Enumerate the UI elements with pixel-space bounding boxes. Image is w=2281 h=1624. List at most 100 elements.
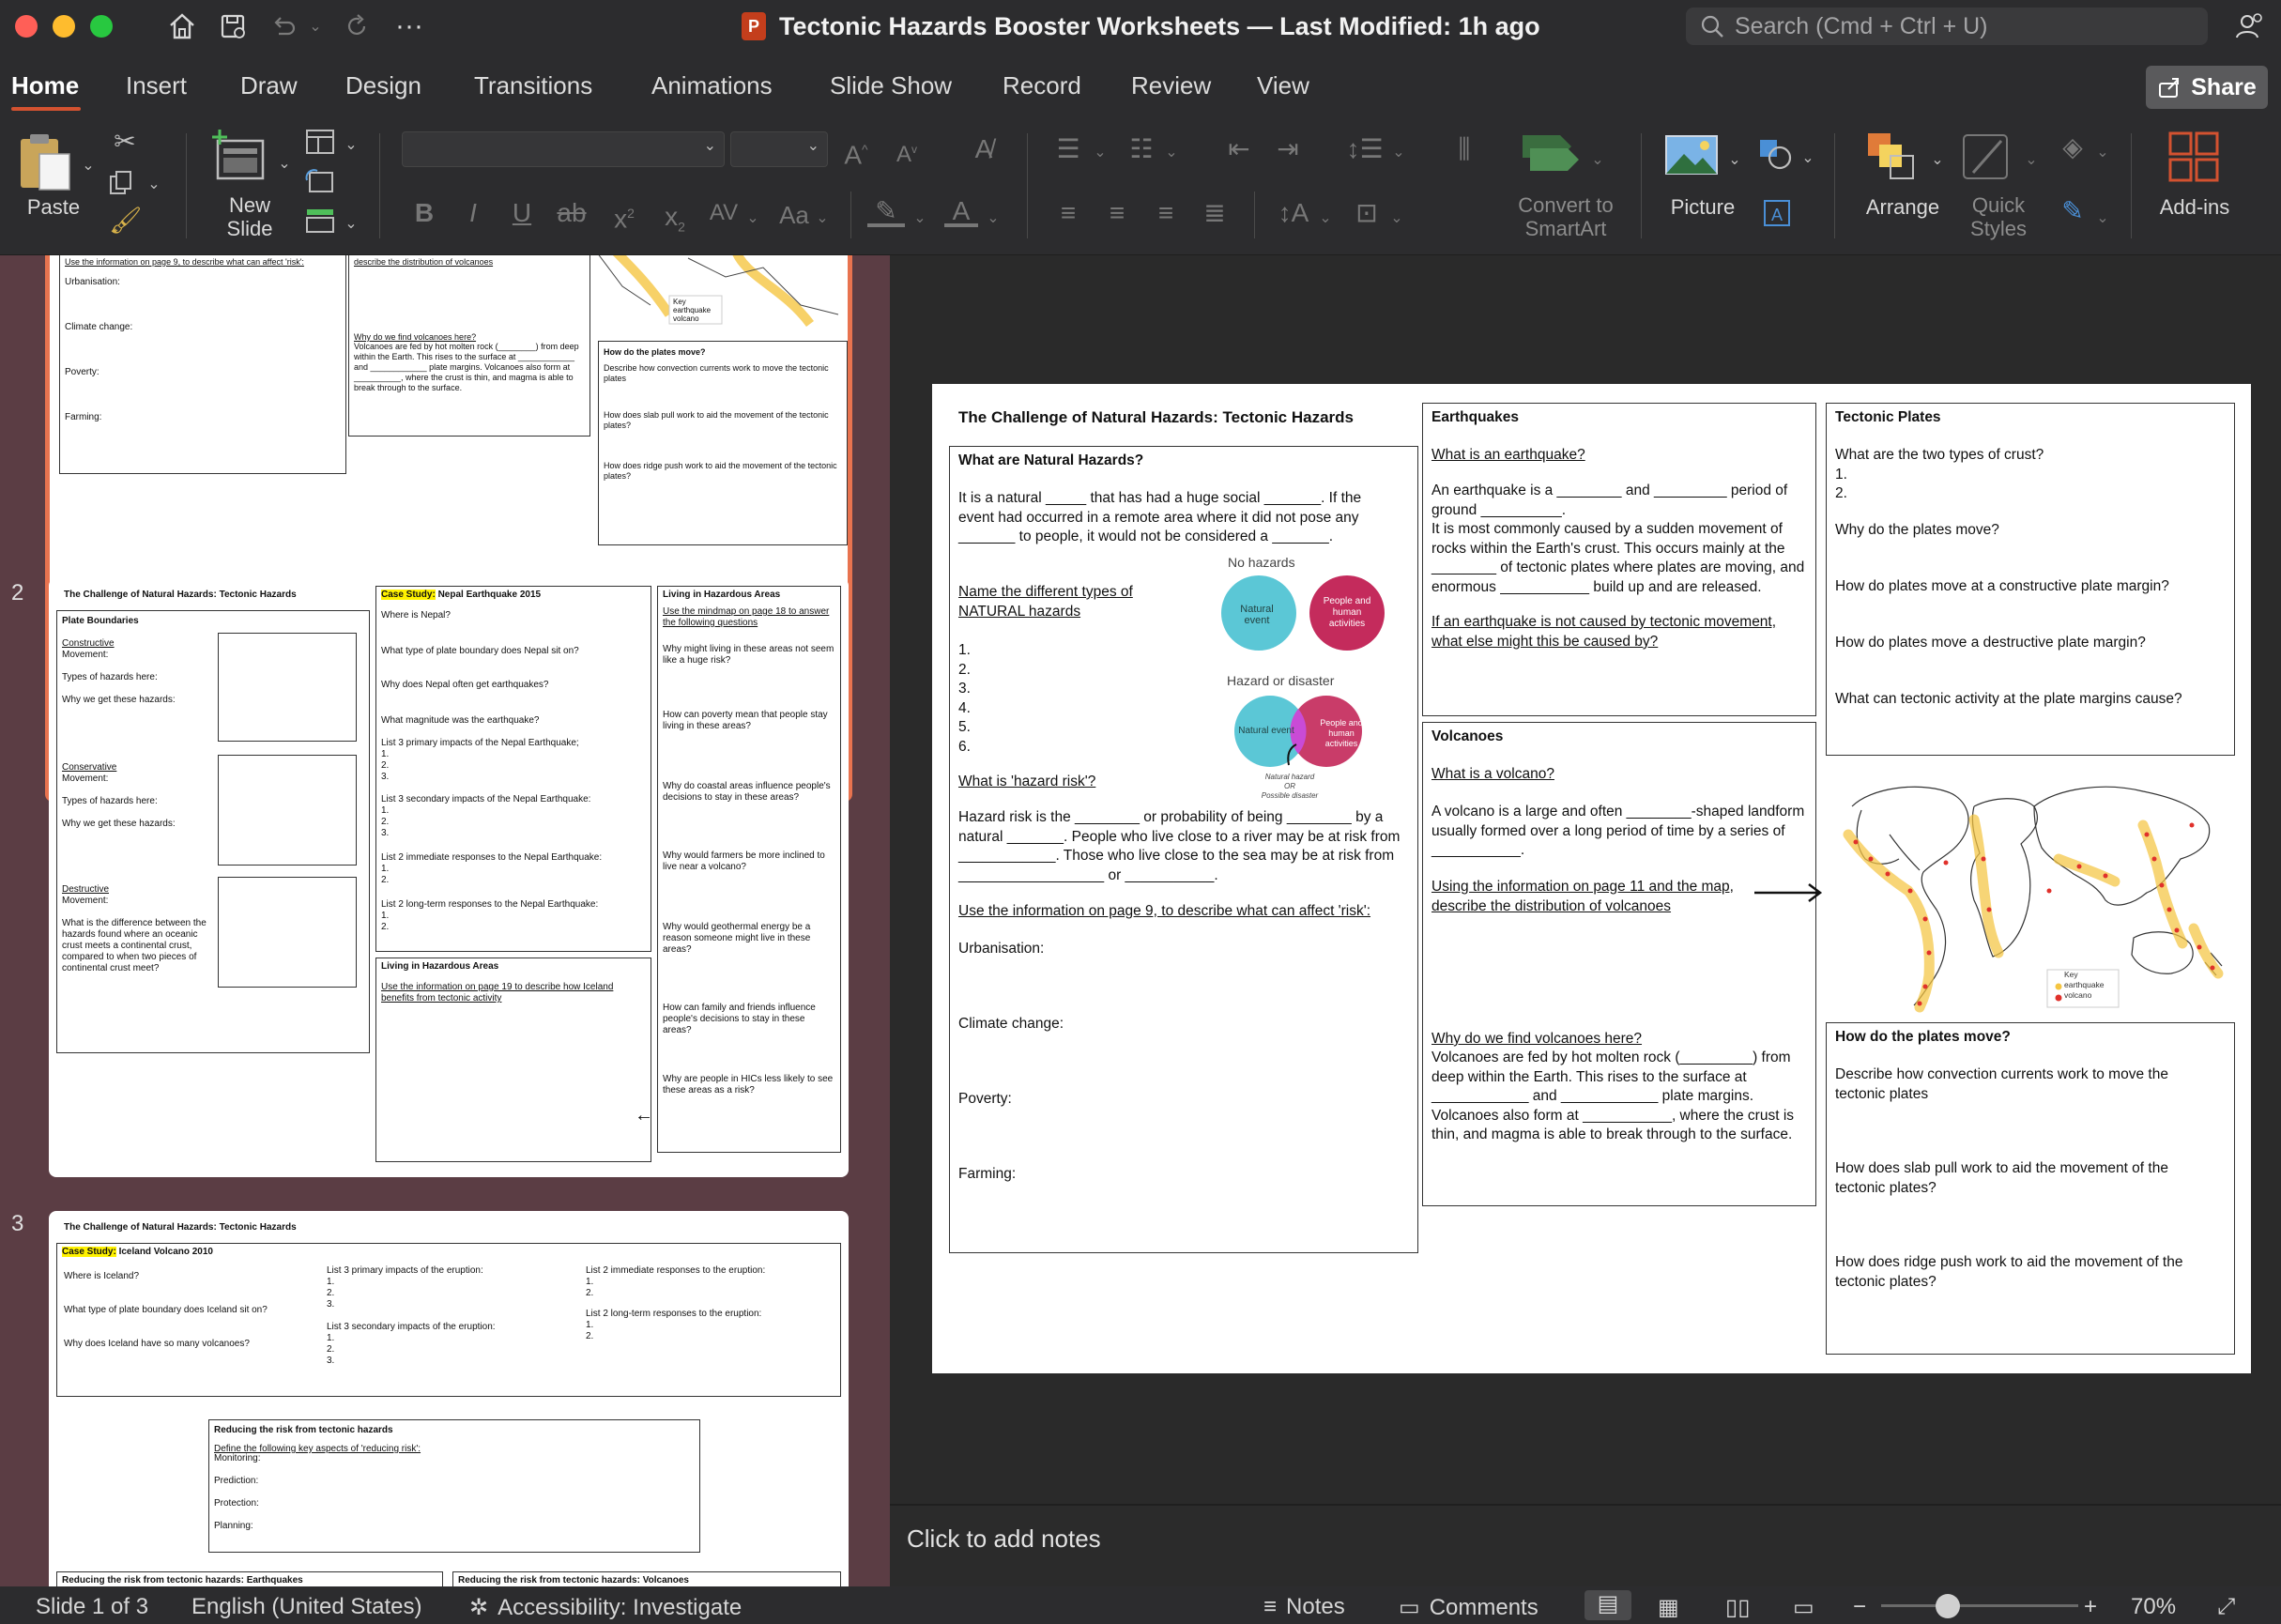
increase-font-size-icon[interactable]: A^: [839, 135, 873, 169]
text-direction-icon[interactable]: ↕A: [1275, 199, 1312, 227]
smartart-dropdown-chevron-icon[interactable]: ⌄: [1590, 146, 1605, 175]
format-painter-icon[interactable]: 🖌: [109, 207, 143, 235]
font-size-dropdown[interactable]: ⌄: [730, 131, 828, 167]
tab-transitions[interactable]: Transitions: [474, 71, 592, 100]
more-commands-icon[interactable]: ···: [392, 9, 426, 43]
strikethrough-icon[interactable]: ab: [554, 199, 589, 227]
home-icon[interactable]: [163, 9, 201, 43]
add-ins-icon[interactable]: [2166, 130, 2221, 186]
paste-dropdown-chevron-icon[interactable]: ⌄: [81, 152, 96, 180]
text-direction-dropdown-chevron-icon[interactable]: ⌄: [1318, 205, 1333, 233]
slide-thumbnail-2[interactable]: The Challenge of Natural Hazards: Tecton…: [49, 578, 849, 1177]
redo-icon[interactable]: [340, 9, 374, 43]
shape-fill-icon[interactable]: ◈: [2056, 133, 2090, 161]
shape-fill-dropdown-chevron-icon[interactable]: ⌄: [2095, 139, 2110, 167]
search-box[interactable]: Search (Cmd + Ctrl + U): [1686, 8, 2208, 45]
line-spacing-icon[interactable]: ↕☰: [1346, 135, 1384, 163]
tab-design[interactable]: Design: [345, 71, 421, 100]
slide-thumbnail-3[interactable]: The Challenge of Natural Hazards: Tecton…: [49, 1211, 849, 1586]
justify-icon[interactable]: ≣: [1196, 199, 1233, 227]
font-color-dropdown-chevron-icon[interactable]: ⌄: [986, 205, 1001, 233]
slide-sorter-view-icon[interactable]: ▦: [1658, 1594, 1679, 1621]
zoom-window-button[interactable]: [90, 15, 113, 38]
reset-slide-icon[interactable]: [304, 167, 338, 195]
tab-review[interactable]: Review: [1131, 71, 1211, 100]
quick-styles-icon[interactable]: [1960, 130, 2016, 186]
copy-dropdown-chevron-icon[interactable]: ⌄: [146, 171, 161, 199]
accessibility-button[interactable]: ✲ Accessibility: Investigate: [469, 1594, 742, 1621]
slide-show-view-icon[interactable]: ▭: [1793, 1594, 1814, 1621]
shape-outline-dropdown-chevron-icon[interactable]: ⌄: [2095, 205, 2110, 233]
slide-counter[interactable]: Slide 1 of 3: [36, 1594, 148, 1620]
zoom-out-icon[interactable]: −: [1853, 1594, 1866, 1620]
subscript-icon[interactable]: x2: [659, 203, 691, 241]
font-color-icon[interactable]: A: [944, 197, 978, 227]
numbering-dropdown-chevron-icon[interactable]: ⌄: [1164, 139, 1179, 167]
decrease-indent-icon[interactable]: ⇤: [1220, 135, 1258, 163]
italic-icon[interactable]: I: [460, 199, 486, 227]
character-spacing-icon[interactable]: AV: [700, 199, 747, 227]
picture-dropdown-chevron-icon[interactable]: ⌄: [1727, 146, 1742, 175]
tab-animations[interactable]: Animations: [651, 71, 773, 100]
cut-icon[interactable]: ✂: [109, 128, 141, 156]
undo-dropdown-chevron-icon[interactable]: ⌄: [306, 9, 325, 43]
close-window-button[interactable]: [15, 15, 38, 38]
highlight-dropdown-chevron-icon[interactable]: ⌄: [912, 205, 927, 233]
layout-dropdown-chevron-icon[interactable]: ⌄: [344, 131, 359, 160]
comments-button[interactable]: ▭ Comments: [1399, 1594, 1539, 1621]
current-slide[interactable]: The Challenge of Natural Hazards: Tecton…: [932, 384, 2251, 1373]
bullets-dropdown-chevron-icon[interactable]: ⌄: [1093, 139, 1108, 167]
zoom-level[interactable]: 70%: [2131, 1594, 2176, 1620]
highlight-color-icon[interactable]: ✎: [867, 197, 905, 227]
align-right-icon[interactable]: ≡: [1147, 199, 1185, 227]
notes-button[interactable]: ≡ Notes: [1263, 1594, 1345, 1620]
tab-insert[interactable]: Insert: [126, 71, 187, 100]
superscript-icon[interactable]: x2: [608, 199, 640, 233]
case-dropdown-chevron-icon[interactable]: ⌄: [815, 205, 830, 233]
save-icon[interactable]: [214, 9, 252, 43]
spacing-dropdown-chevron-icon[interactable]: ⌄: [745, 205, 760, 233]
align-left-icon[interactable]: ≡: [1049, 199, 1087, 227]
change-case-icon[interactable]: Aa: [772, 201, 817, 229]
fit-to-window-icon[interactable]: ⤢: [2217, 1594, 2235, 1620]
copy-icon[interactable]: [107, 169, 141, 197]
minimize-window-button[interactable]: [53, 15, 75, 38]
tab-draw[interactable]: Draw: [240, 71, 298, 100]
arrange-dropdown-chevron-icon[interactable]: ⌄: [1930, 146, 1945, 175]
shapes-icon[interactable]: [1757, 137, 1795, 171]
slide-thumbnail-pane[interactable]: Use the information on page 9, to descri…: [0, 255, 890, 1586]
smartart-icon[interactable]: [1519, 131, 1584, 178]
tab-slide-show[interactable]: Slide Show: [830, 71, 952, 100]
section-icon[interactable]: [304, 207, 338, 235]
tab-home[interactable]: Home: [11, 71, 79, 100]
numbering-icon[interactable]: ☷: [1123, 135, 1160, 163]
zoom-slider-track[interactable]: [1881, 1604, 2078, 1607]
section-dropdown-chevron-icon[interactable]: ⌄: [344, 210, 359, 238]
picture-icon[interactable]: [1663, 131, 1720, 180]
share-button[interactable]: Share: [2146, 66, 2268, 109]
tab-view[interactable]: View: [1257, 71, 1309, 100]
align-center-icon[interactable]: ≡: [1098, 199, 1136, 227]
normal-view-icon[interactable]: ▤: [1584, 1590, 1631, 1620]
new-slide-icon[interactable]: [208, 128, 268, 188]
arrange-icon[interactable]: [1864, 130, 1921, 186]
shape-outline-icon[interactable]: ✎: [2056, 197, 2090, 225]
columns-icon[interactable]: ⫼: [1446, 135, 1483, 163]
slide-title[interactable]: The Challenge of Natural Hazards: Tecton…: [958, 408, 1354, 428]
tab-record[interactable]: Record: [1003, 71, 1081, 100]
notes-pane[interactable]: Click to add notes: [890, 1504, 2281, 1586]
zoom-slider-thumb[interactable]: [1936, 1594, 1960, 1618]
account-icon[interactable]: [2230, 9, 2268, 43]
underline-icon[interactable]: U: [509, 199, 535, 227]
bullets-icon[interactable]: ☰: [1049, 135, 1087, 163]
increase-indent-icon[interactable]: ⇥: [1269, 135, 1307, 163]
undo-icon[interactable]: [267, 9, 300, 43]
text-box-icon[interactable]: A: [1761, 197, 1795, 229]
decrease-font-size-icon[interactable]: Av: [890, 135, 924, 169]
align-text-icon[interactable]: ⊡: [1348, 199, 1385, 227]
shapes-dropdown-chevron-icon[interactable]: ⌄: [1800, 145, 1815, 173]
bold-icon[interactable]: B: [411, 199, 437, 227]
font-name-dropdown[interactable]: ⌄: [402, 131, 725, 167]
paste-icon[interactable]: [17, 131, 83, 197]
clear-formatting-icon[interactable]: A̸: [965, 135, 1003, 163]
